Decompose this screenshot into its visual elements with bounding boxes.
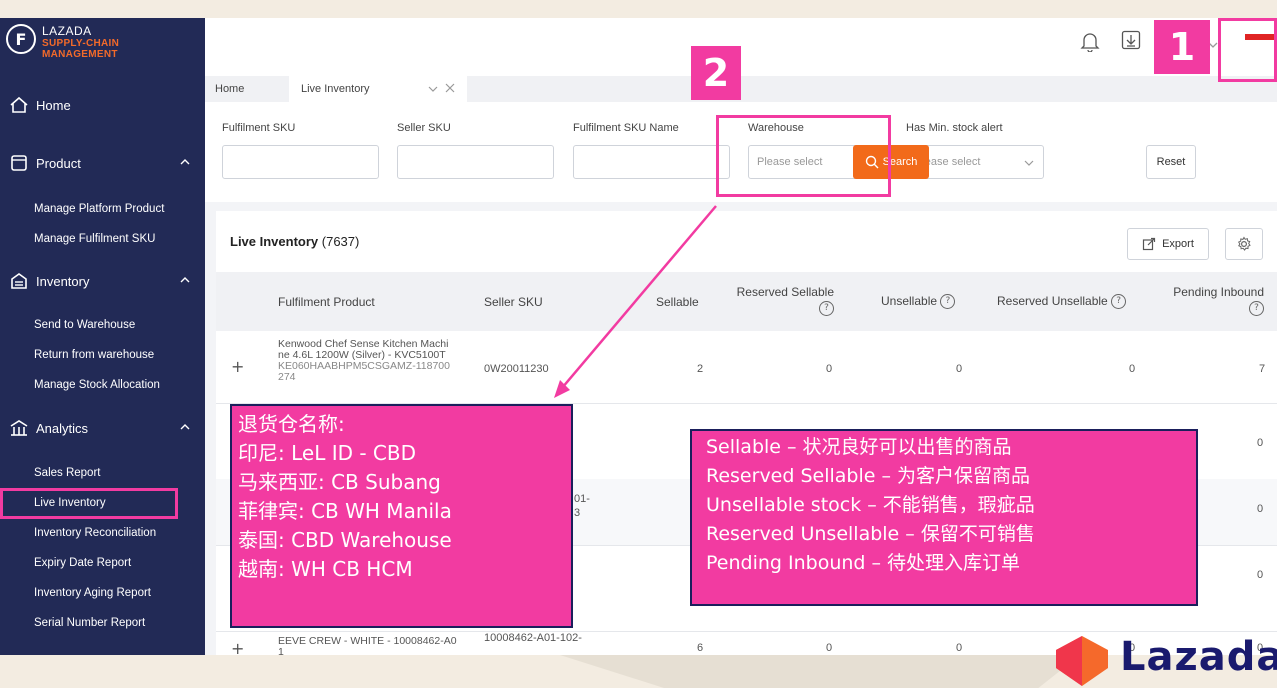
note-line: 菲律宾: CB WH Manila — [238, 499, 452, 523]
note-line: Reserved Unsellable – 保留不可销售 — [706, 523, 1035, 545]
note-line: 印尼: LeL ID - CBD — [238, 441, 417, 465]
note-line: 马来西亚: CB Subang — [238, 470, 441, 494]
note-line: Reserved Sellable – 为客户保留商品 — [706, 465, 1031, 487]
note-line: 退货仓名称: — [238, 412, 345, 436]
lazada-wordmark: Lazada — [1120, 634, 1277, 680]
note-line: Sellable – 状况良好可以出售的商品 — [706, 436, 1012, 458]
note-line: 越南: WH CB HCM — [238, 557, 413, 581]
note-line: Pending Inbound – 待处理入库订单 — [706, 552, 1021, 574]
note-line: 泰国: CBD Warehouse — [238, 528, 452, 552]
stock-definitions-note: Sellable – 状况良好可以出售的商品 Reserved Sellable… — [690, 429, 1198, 606]
lazada-heart-icon — [1056, 636, 1108, 686]
note-line: Unsellable stock – 不能销售，瑕疵品 — [706, 494, 1035, 516]
warehouse-names-note: 退货仓名称: 印尼: LeL ID - CBD 马来西亚: CB Subang … — [230, 404, 573, 628]
